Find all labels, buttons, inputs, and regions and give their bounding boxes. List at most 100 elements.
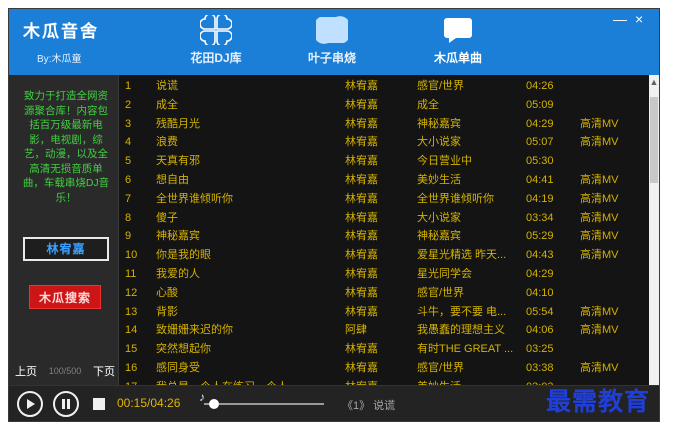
mv-link[interactable]: 高清MV	[580, 171, 640, 190]
song-artist: 林宥嘉	[345, 268, 378, 280]
song-album: 感官/世界	[417, 80, 465, 92]
song-title: 残酷月光	[156, 117, 200, 130]
song-row[interactable]: 7 全世界谁倾听你 林宥嘉 全世界谁倾听你 04:19 高清MV	[119, 190, 649, 209]
nav-label: 叶子串烧	[307, 51, 356, 65]
nav-leaf-medley[interactable]: 叶子串烧	[287, 15, 377, 66]
song-row[interactable]: 9 神秘嘉宾 林宥嘉 神秘嘉宾 05:29 高清MV	[119, 227, 649, 246]
song-num: 9	[125, 230, 132, 243]
progress-track[interactable]	[204, 403, 324, 405]
song-time: 03:38	[526, 362, 554, 374]
play-button[interactable]	[17, 391, 43, 417]
song-row[interactable]: 14 致姗姗来迟的你 阿肆 我愚蠢的理想主义 04:06 高清MV	[119, 321, 649, 340]
song-title: 说谎	[156, 80, 178, 92]
mv-link[interactable]: 高清MV	[580, 359, 640, 378]
song-album: 成全	[417, 98, 439, 111]
mv-link[interactable]: 高清MV	[580, 190, 640, 209]
song-row[interactable]: 13 背影 林宥嘉 斗牛，要不要 电... 05:54 高清MV	[119, 303, 649, 322]
song-list: 1 说谎 林宥嘉 感官/世界 04:26 2 成全 林宥嘉 成全 05:09 3 残酷月光 林宥嘉 神秘嘉…	[119, 75, 649, 385]
stop-button[interactable]	[93, 398, 105, 410]
nav-label: 木瓜单曲	[433, 51, 482, 65]
prev-page-button[interactable]: 上页	[15, 363, 37, 379]
song-row[interactable]: 10 你是我的眼 林宥嘉 爱星光精选 昨天... 04:43 高清MV	[119, 246, 649, 265]
song-row[interactable]: 16 感同身受 林宥嘉 感官/世界 03:38 高清MV	[119, 359, 649, 378]
song-title: 我爱的人	[156, 268, 200, 280]
song-album: 感官/世界	[417, 362, 465, 374]
song-title: 浪费	[156, 136, 178, 149]
song-time: 04:43	[526, 249, 554, 262]
song-row[interactable]: 8 傻子 林宥嘉 大小说家 03:34 高清MV	[119, 209, 649, 228]
minimize-button[interactable]: —	[613, 11, 627, 27]
scrollbar[interactable]: ▲	[649, 75, 659, 385]
song-artist: 林宥嘉	[345, 211, 378, 224]
mv-link[interactable]: 高清MV	[580, 321, 640, 340]
song-row[interactable]: 3 残酷月光 林宥嘉 神秘嘉宾 04:29 高清MV	[119, 115, 649, 134]
song-time: 04:06	[526, 324, 554, 337]
now-playing: 《1》 说谎	[342, 400, 396, 412]
song-artist: 林宥嘉	[345, 117, 378, 130]
song-album: 有时THE GREAT ...	[417, 343, 514, 356]
song-title: 感同身受	[156, 362, 200, 374]
song-num: 10	[125, 249, 138, 262]
song-artist: 林宥嘉	[345, 155, 378, 168]
page-count: 100/500	[48, 366, 82, 376]
progress-handle[interactable]	[209, 399, 220, 409]
song-artist: 林宥嘉	[345, 136, 378, 149]
song-time: 05:07	[526, 136, 554, 149]
song-title: 背影	[156, 305, 178, 318]
scroll-up-arrow-icon[interactable]: ▲	[649, 75, 659, 89]
song-row[interactable]: 1 说谎 林宥嘉 感官/世界 04:26	[119, 77, 649, 96]
song-artist: 阿肆	[345, 324, 367, 337]
header-bar: 木瓜音舍 By:木瓜童 花田DJ库 叶子串烧 木瓜单曲 — ×	[9, 9, 659, 75]
song-row[interactable]: 2 成全 林宥嘉 成全 05:09	[119, 96, 649, 115]
scroll-thumb[interactable]	[650, 97, 658, 183]
song-row[interactable]: 11 我爱的人 林宥嘉 星光同学会 04:29	[119, 265, 649, 284]
song-title: 致姗姗来迟的你	[156, 324, 233, 337]
song-album: 爱星光精选 昨天...	[417, 249, 507, 262]
mv-link[interactable]: 高清MV	[580, 209, 640, 228]
song-num: 16	[125, 362, 138, 374]
song-artist: 林宥嘉	[345, 230, 378, 243]
song-artist: 林宥嘉	[345, 362, 378, 374]
song-time: 05:30	[526, 155, 554, 168]
song-num: 15	[125, 343, 138, 356]
song-artist: 林宥嘉	[345, 174, 378, 186]
nav-papaya-singles[interactable]: 木瓜单曲	[413, 15, 503, 66]
song-row[interactable]: 4 浪费 林宥嘉 大小说家 05:07 高清MV	[119, 133, 649, 152]
song-num: 4	[125, 136, 132, 149]
close-button[interactable]: ×	[635, 11, 643, 27]
mv-link[interactable]: 高清MV	[580, 115, 640, 134]
artist-button[interactable]: 林宥嘉	[23, 237, 109, 261]
song-album: 星光同学会	[417, 268, 472, 280]
song-num: 6	[125, 174, 132, 186]
song-time: 04:26	[526, 80, 554, 92]
song-num: 12	[125, 286, 138, 299]
song-title: 傻子	[156, 211, 178, 224]
song-row[interactable]: 5 天真有邪 林宥嘉 今日营业中 05:30	[119, 152, 649, 171]
song-title: 你是我的眼	[156, 249, 211, 262]
song-time: 05:09	[526, 98, 554, 111]
song-row[interactable]: 12 心酸 林宥嘉 感官/世界 04:10	[119, 284, 649, 303]
mv-link[interactable]: 高清MV	[580, 246, 640, 265]
leaf-icon	[316, 16, 348, 44]
mv-link[interactable]: 高清MV	[580, 133, 640, 152]
song-artist: 林宥嘉	[345, 98, 378, 111]
song-time: 04:29	[526, 117, 554, 130]
song-num: 3	[125, 117, 132, 130]
song-row[interactable]: 6 想自由 林宥嘉 美妙生活 04:41 高清MV	[119, 171, 649, 190]
mv-link[interactable]: 高清MV	[580, 303, 640, 322]
song-row[interactable]: 15 突然想起你 林宥嘉 有时THE GREAT ... 03:25	[119, 340, 649, 359]
next-page-button[interactable]: 下页	[93, 363, 115, 379]
mv-link[interactable]: 高清MV	[580, 227, 640, 246]
nav-flower-dj[interactable]: 花田DJ库	[171, 15, 261, 66]
song-num: 17	[125, 378, 149, 385]
song-title: 我总是一个人在练习一个人	[156, 378, 336, 385]
song-num: 7	[125, 192, 132, 205]
search-button[interactable]: 木瓜搜索	[29, 285, 101, 309]
pause-icon	[62, 399, 70, 409]
song-album: 美妙生活	[417, 378, 517, 385]
song-title: 全世界谁倾听你	[156, 192, 233, 205]
song-artist: 林宥嘉	[345, 305, 378, 318]
playback-time: 00:15/04:26	[117, 396, 181, 410]
song-time: 05:54	[526, 305, 554, 318]
pause-button[interactable]	[53, 391, 79, 417]
